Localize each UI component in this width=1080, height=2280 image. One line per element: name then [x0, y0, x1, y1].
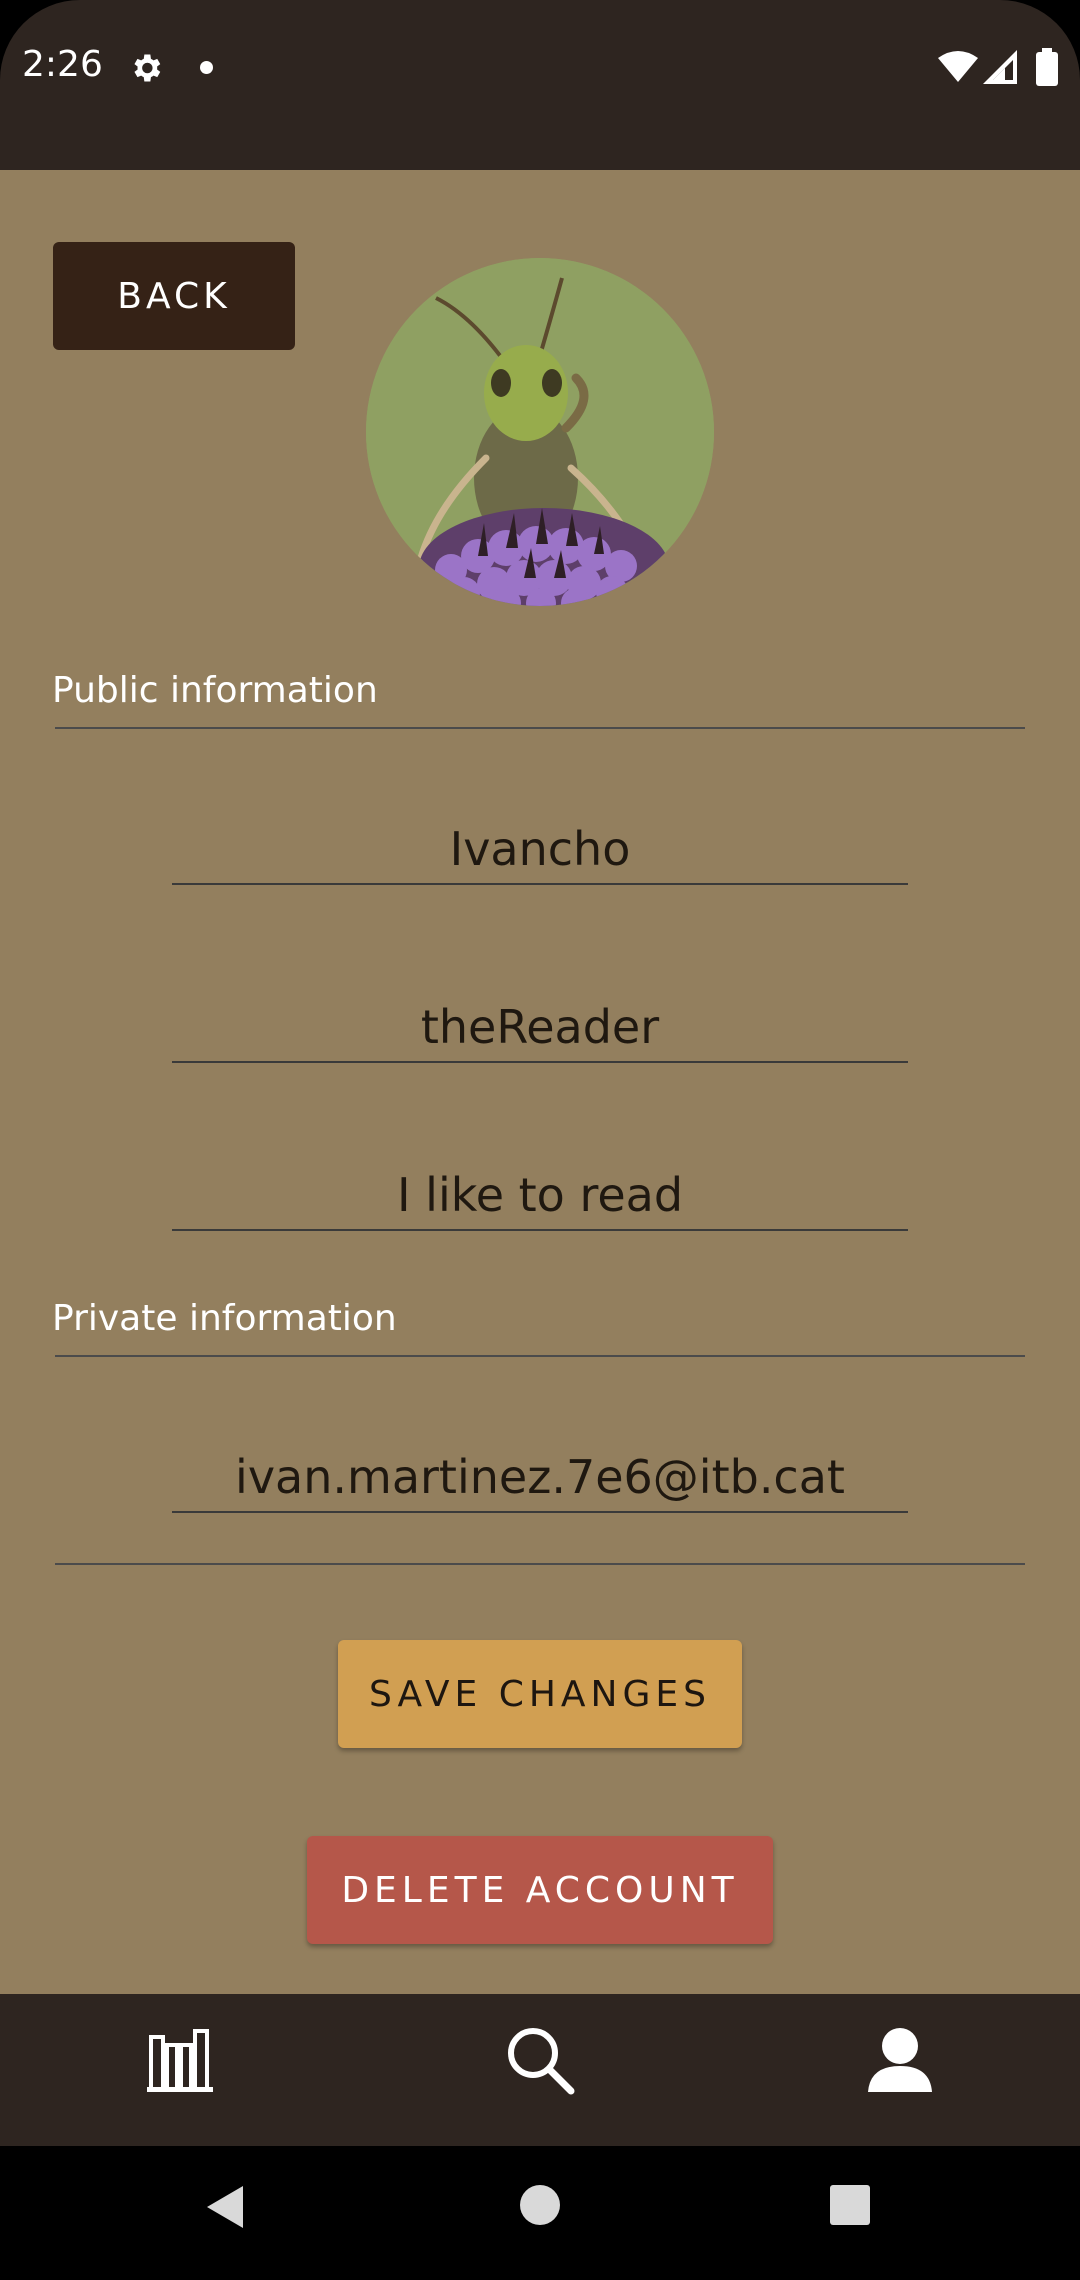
section-divider: [55, 727, 1025, 729]
notification-dot-icon: [200, 61, 213, 74]
back-button[interactable]: BACK: [53, 242, 295, 350]
name-field[interactable]: Ivancho: [172, 822, 908, 876]
signal-icon: [983, 50, 1017, 88]
nav-search[interactable]: [480, 2012, 600, 2112]
username-field-underline: [172, 1061, 908, 1063]
nav-profile[interactable]: [840, 2012, 960, 2112]
recents-square-icon[interactable]: [829, 2184, 871, 2230]
phone-screen: 2:26 BACK Public information Ivancho the…: [0, 0, 1080, 2280]
name-field-underline: [172, 883, 908, 885]
private-information-label: Private information: [52, 1298, 397, 1339]
email-field[interactable]: ivan.martinez.7e6@itb.cat: [172, 1450, 908, 1504]
bio-field[interactable]: I like to read: [172, 1168, 908, 1222]
home-circle-icon[interactable]: [519, 2184, 561, 2230]
nav-library[interactable]: [120, 2012, 240, 2112]
save-changes-button[interactable]: SAVE CHANGES: [338, 1640, 742, 1748]
library-icon: [147, 2027, 213, 2097]
section-divider: [55, 1355, 1025, 1357]
wifi-icon: [938, 50, 978, 86]
bottom-navigation: [0, 1994, 1080, 2146]
delete-account-button[interactable]: DELETE ACCOUNT: [307, 1836, 773, 1944]
section-divider: [55, 1563, 1025, 1565]
profile-icon: [866, 2026, 934, 2098]
email-field-underline: [172, 1511, 908, 1513]
status-time: 2:26: [22, 44, 103, 85]
public-information-label: Public information: [52, 670, 378, 711]
username-field[interactable]: theReader: [172, 1000, 908, 1054]
back-triangle-icon[interactable]: [205, 2184, 245, 2234]
avatar[interactable]: [366, 258, 714, 606]
search-icon: [505, 2025, 575, 2099]
status-bar: 2:26: [0, 0, 1080, 170]
profile-screen: BACK Public information Ivancho theReade…: [0, 170, 1080, 1994]
gear-icon: [128, 50, 164, 90]
bio-field-underline: [172, 1229, 908, 1231]
battery-icon: [1036, 48, 1058, 90]
system-navigation-bar: [0, 2146, 1080, 2280]
